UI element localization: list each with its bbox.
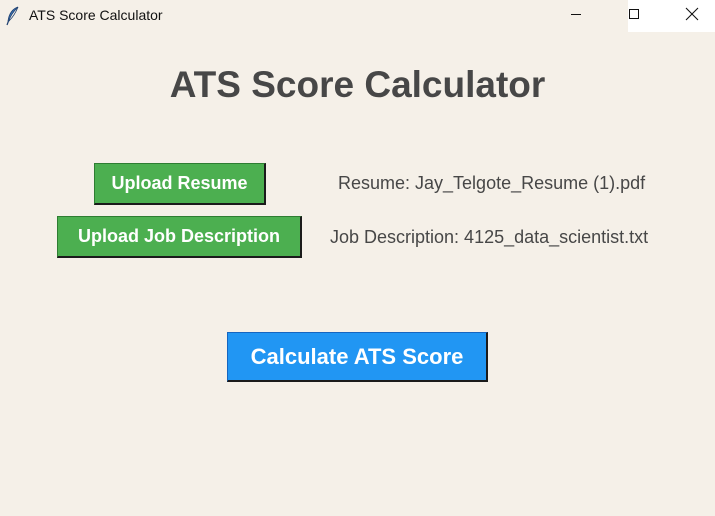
calculate-ats-score-button[interactable]: Calculate ATS Score — [227, 332, 488, 382]
upload-resume-button[interactable]: Upload Resume — [94, 163, 266, 205]
close-icon — [685, 7, 699, 26]
upload-job-description-button[interactable]: Upload Job Description — [57, 216, 302, 258]
app-window: ATS Score Calculator ATS Score Calculato… — [0, 0, 715, 516]
title-bar[interactable]: ATS Score Calculator — [0, 0, 715, 32]
maximize-icon — [628, 7, 640, 25]
close-button[interactable] — [669, 0, 715, 32]
minimize-button[interactable] — [553, 0, 599, 32]
job-description-status-label: Job Description: 4125_data_scientist.txt — [330, 227, 649, 247]
window-title: ATS Score Calculator — [29, 7, 163, 23]
page-title: ATS Score Calculator — [169, 64, 546, 105]
maximize-button[interactable] — [611, 0, 657, 32]
minimize-icon — [570, 7, 582, 25]
feather-icon — [6, 6, 20, 26]
resume-status-label: Resume: Jay_Telgote_Resume (1).pdf — [338, 173, 646, 193]
